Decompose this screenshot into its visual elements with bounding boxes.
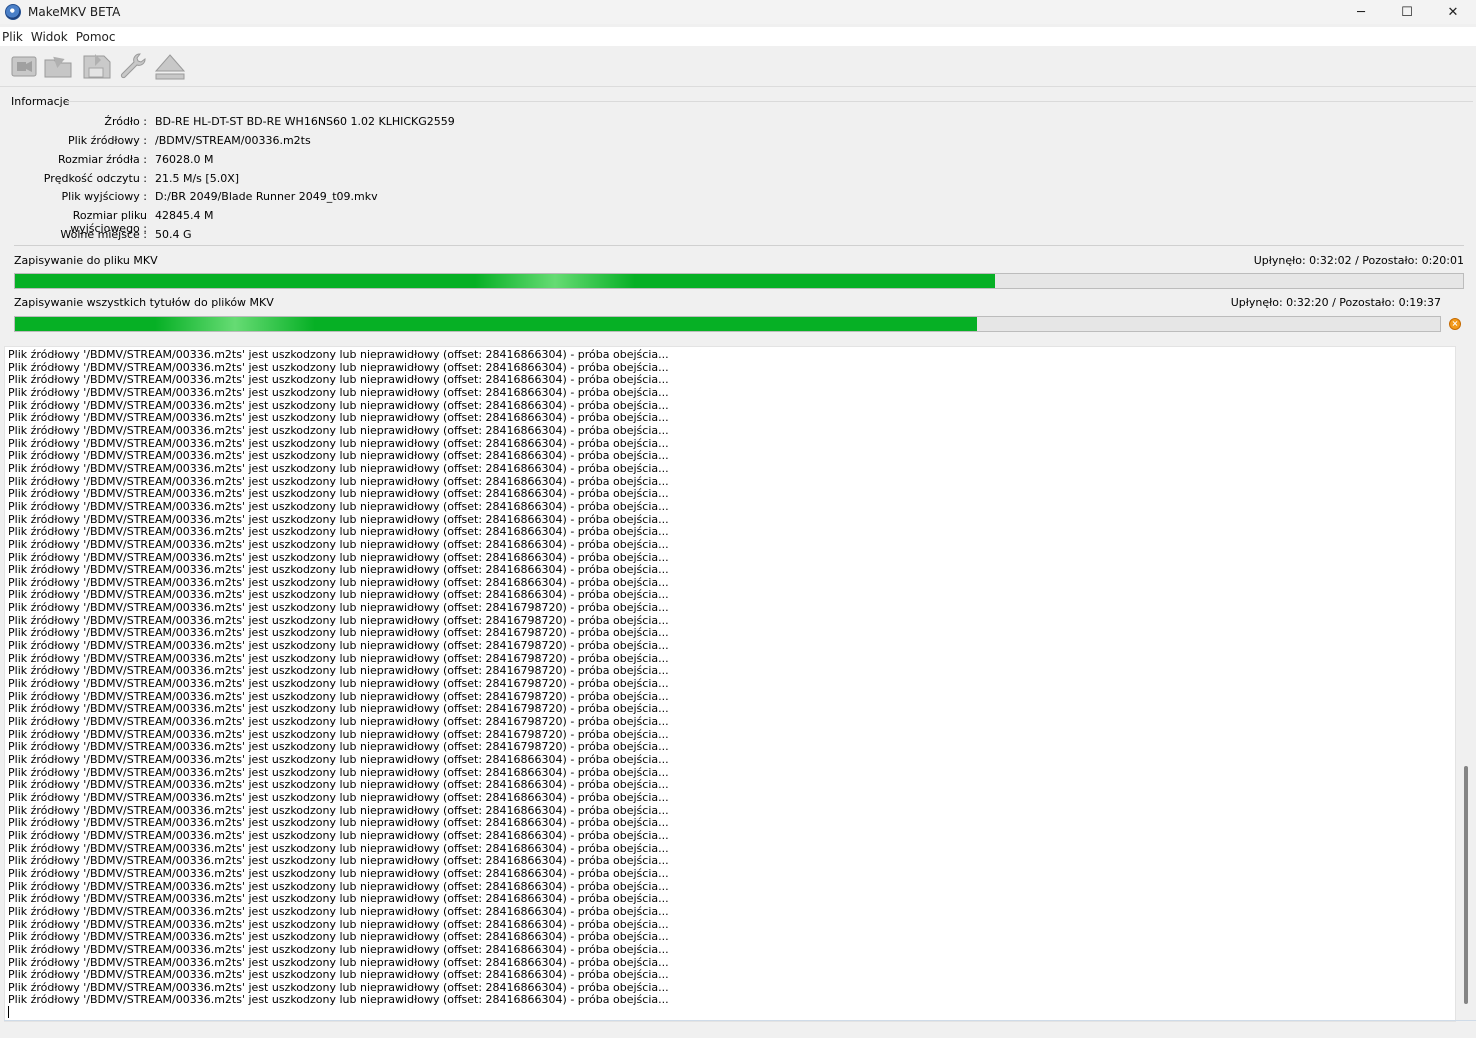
menu-help[interactable]: Pomoc [73,30,121,44]
info-value: 50.4 G [155,228,192,241]
log-line: Plik źródłowy '/BDMV/STREAM/00336.m2ts' … [8,993,669,1007]
log-line: Plik źródłowy '/BDMV/STREAM/00336.m2ts' … [8,715,669,729]
log-line: Plik źródłowy '/BDMV/STREAM/00336.m2ts' … [8,461,669,475]
log-scrollbar[interactable] [1464,766,1468,1004]
section-divider [67,101,1473,102]
progress-time-total: Upłynęło: 0:32:20 / Pozostało: 0:19:37 [1230,296,1441,309]
open-folder-icon[interactable] [43,51,73,81]
info-label: Plik źródłowy : [68,134,147,147]
maximize-button[interactable]: ☐ [1384,0,1430,24]
info-row-source-size: Rozmiar źródła : 76028.0 M [5,153,705,169]
info-row-output-size: Rozmiar pliku wyjściowego : 42845.4 M [5,209,705,235]
bottom-border [4,1020,1476,1021]
info-label: Źródło : [104,115,147,128]
log-line: Plik źródłowy '/BDMV/STREAM/00336.m2ts' … [8,487,669,501]
progress-time-current: Upłynęło: 0:32:02 / Pozostało: 0:20:01 [1253,254,1464,267]
progress-bar-total [14,316,1441,332]
wrench-settings-icon[interactable] [118,51,148,81]
makemkv-app-icon [5,4,21,20]
info-row-free-space: Wolne miejsce : 50.4 G [5,228,705,244]
info-value: BD-RE HL-DT-ST BD-RE WH16NS60 1.02 KLHIC… [155,115,455,128]
log-line: Plik źródłowy '/BDMV/STREAM/00336.m2ts' … [8,930,669,944]
log-line: Plik źródłowy '/BDMV/STREAM/00336.m2ts' … [8,854,669,868]
log-line: Plik źródłowy '/BDMV/STREAM/00336.m2ts' … [8,348,669,361]
info-row-read-speed: Prędkość odczytu : 21.5 M/s [5.0X] [5,172,705,188]
log-line: Plik źródłowy '/BDMV/STREAM/00336.m2ts' … [8,790,669,804]
info-section-label: Informacje [11,95,70,108]
progress-fill [15,317,977,331]
log-line: Plik źródłowy '/BDMV/STREAM/00336.m2ts' … [8,639,669,653]
info-label: Plik wyjściowy : [61,190,147,203]
close-button[interactable]: ✕ [1430,0,1476,24]
log-line: Plik źródłowy '/BDMV/STREAM/00336.m2ts' … [8,423,669,437]
info-value: 76028.0 M [155,153,214,166]
info-label: Rozmiar pliku wyjściowego : [70,209,147,235]
info-label: Rozmiar źródła : [57,153,147,166]
log-line: Plik źródłowy '/BDMV/STREAM/00336.m2ts' … [8,904,669,918]
log-output[interactable]: Plik źródłowy '/BDMV/STREAM/00336.m2ts' … [4,346,1456,1022]
log-line: Plik źródłowy '/BDMV/STREAM/00336.m2ts' … [8,942,669,956]
log-lines: Plik źródłowy '/BDMV/STREAM/00336.m2ts' … [8,348,669,1007]
menu-bar: Plik Widok Pomoc [0,27,1476,46]
log-line: Plik źródłowy '/BDMV/STREAM/00336.m2ts' … [8,753,669,766]
log-line: Plik źródłowy '/BDMV/STREAM/00336.m2ts' … [8,499,669,513]
eject-icon[interactable] [154,51,186,81]
progress-label-total: Zapisywanie wszystkich tytułów do plików… [14,296,274,309]
log-line: Plik źródłowy '/BDMV/STREAM/00336.m2ts' … [8,968,669,982]
log-line: Plik źródłowy '/BDMV/STREAM/00336.m2ts' … [8,525,669,539]
progress-label-current: Zapisywanie do pliku MKV [14,254,158,267]
log-line: Plik źródłowy '/BDMV/STREAM/00336.m2ts' … [8,866,669,880]
menu-view[interactable]: Widok [28,30,73,44]
menu-file[interactable]: Plik [0,30,28,44]
title-bar: MakeMKV BETA ─ ☐ ✕ [0,0,1476,24]
save-to-disk-icon[interactable] [81,51,111,81]
log-line: Plik źródłowy '/BDMV/STREAM/00336.m2ts' … [8,449,669,463]
info-row-source: Źródło : BD-RE HL-DT-ST BD-RE WH16NS60 1… [5,115,705,131]
info-panel: Informacje Źródło : BD-RE HL-DT-ST BD-RE… [5,93,1473,338]
info-label: Prędkość odczytu : [43,172,147,185]
info-value: D:/BR 2049/Blade Runner 2049_t09.mkv [155,190,378,203]
log-line: Plik źródłowy '/BDMV/STREAM/00336.m2ts' … [8,892,669,906]
minimize-button[interactable]: ─ [1338,0,1384,24]
log-line: Plik źródłowy '/BDMV/STREAM/00336.m2ts' … [8,537,669,551]
log-line: Plik źródłowy '/BDMV/STREAM/00336.m2ts' … [8,385,669,399]
divider [14,245,1464,246]
log-line: Plik źródłowy '/BDMV/STREAM/00336.m2ts' … [8,677,669,691]
log-line: Plik źródłowy '/BDMV/STREAM/00336.m2ts' … [8,563,669,577]
log-line: Plik źródłowy '/BDMV/STREAM/00336.m2ts' … [8,601,669,615]
text-caret [8,1006,9,1018]
cancel-icon[interactable]: × [1449,318,1461,330]
window-title: MakeMKV BETA [28,5,121,19]
progress-bar-current [14,273,1464,289]
toolbar [0,46,1476,87]
info-label: Wolne miejsce : [60,228,147,241]
progress-fill [15,274,996,288]
info-value: /BDMV/STREAM/00336.m2ts [155,134,311,147]
info-row-output-file: Plik wyjściowy : D:/BR 2049/Blade Runner… [5,190,705,206]
log-line: Plik źródłowy '/BDMV/STREAM/00336.m2ts' … [8,828,669,842]
info-row-source-file: Plik źródłowy : /BDMV/STREAM/00336.m2ts [5,134,705,150]
info-value: 21.5 M/s [5.0X] [155,172,240,185]
info-value: 42845.4 M [155,209,214,222]
window-controls: ─ ☐ ✕ [1338,0,1476,24]
open-video-file-icon[interactable] [9,51,39,81]
